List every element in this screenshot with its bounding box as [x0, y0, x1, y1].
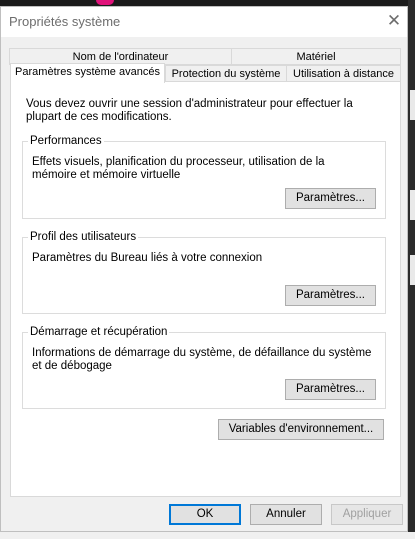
close-icon[interactable]: ✕	[383, 10, 405, 32]
tab-panel-advanced: Vous devez ouvrir une session d'administ…	[10, 81, 401, 497]
system-properties-dialog: Propriétés système ✕ Nom de l'ordinateur…	[0, 6, 408, 532]
desktop-background-shape	[96, 0, 114, 5]
apply-button[interactable]: Appliquer	[331, 504, 403, 525]
desktop-background-right	[408, 0, 415, 539]
performance-settings-button[interactable]: Paramètres...	[285, 188, 376, 209]
admin-notice-text: Vous devez ouvrir une session d'administ…	[26, 98, 353, 123]
cancel-button[interactable]: Annuler	[250, 504, 322, 525]
performance-description: Effets visuels, planification du process…	[32, 156, 325, 181]
environment-variables-button[interactable]: Variables d'environnement...	[218, 419, 384, 440]
user-profiles-legend: Profil des utilisateurs	[28, 231, 139, 244]
window-title: Propriétés système	[9, 14, 121, 29]
desktop-background-bottom	[0, 532, 415, 539]
background-window-edge	[410, 190, 415, 220]
background-window-edge	[410, 90, 415, 120]
tab-system-protection[interactable]: Protection du système	[165, 65, 287, 82]
performance-group: Performances Effets visuels, planificati…	[22, 135, 386, 219]
user-profiles-group: Profil des utilisateurs Paramètres du Bu…	[22, 231, 386, 314]
startup-recovery-description: Informations de démarrage du système, de…	[32, 347, 372, 372]
startup-recovery-legend: Démarrage et récupération	[28, 326, 170, 339]
tab-remote[interactable]: Utilisation à distance	[286, 65, 401, 82]
ok-button[interactable]: OK	[169, 504, 241, 525]
performance-legend: Performances	[28, 135, 104, 148]
tab-advanced-settings[interactable]: Paramètres système avancés	[10, 63, 165, 83]
title-bar: Propriétés système ✕	[1, 7, 407, 37]
user-profiles-settings-button[interactable]: Paramètres...	[285, 285, 376, 306]
startup-recovery-group: Démarrage et récupération Informations d…	[22, 326, 386, 409]
user-profiles-description: Paramètres du Bureau liés à votre connex…	[32, 252, 263, 264]
tab-hardware[interactable]: Matériel	[231, 48, 401, 65]
startup-recovery-settings-button[interactable]: Paramètres...	[285, 379, 376, 400]
background-window-edge	[410, 255, 415, 285]
